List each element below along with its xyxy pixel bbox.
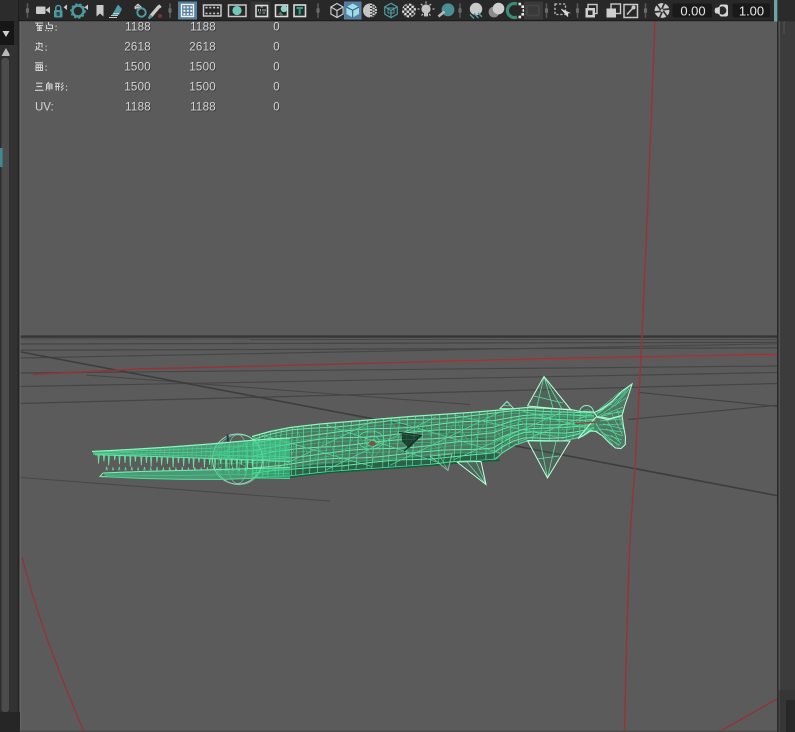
- svg-text:1500: 1500: [124, 82, 151, 94]
- svg-text:1500: 1500: [189, 82, 216, 94]
- svg-text:0: 0: [273, 42, 280, 54]
- svg-text:0: 0: [273, 62, 280, 74]
- svg-text:2618: 2618: [189, 42, 216, 54]
- svg-text:2618: 2618: [124, 42, 151, 54]
- svg-text:0: 0: [273, 22, 280, 34]
- svg-text:1188: 1188: [125, 102, 151, 114]
- svg-text:1500: 1500: [124, 62, 151, 74]
- svg-text:0.00: 0.00: [680, 4, 705, 19]
- svg-text:1.00: 1.00: [739, 4, 764, 19]
- svg-text:0: 0: [273, 102, 280, 114]
- svg-text:1500: 1500: [189, 62, 216, 74]
- svg-text:1188: 1188: [190, 102, 216, 114]
- svg-text:UV:: UV:: [35, 102, 54, 114]
- svg-text:0: 0: [273, 82, 280, 94]
- svg-text:1188: 1188: [190, 22, 216, 34]
- svg-text:1188: 1188: [125, 22, 151, 34]
